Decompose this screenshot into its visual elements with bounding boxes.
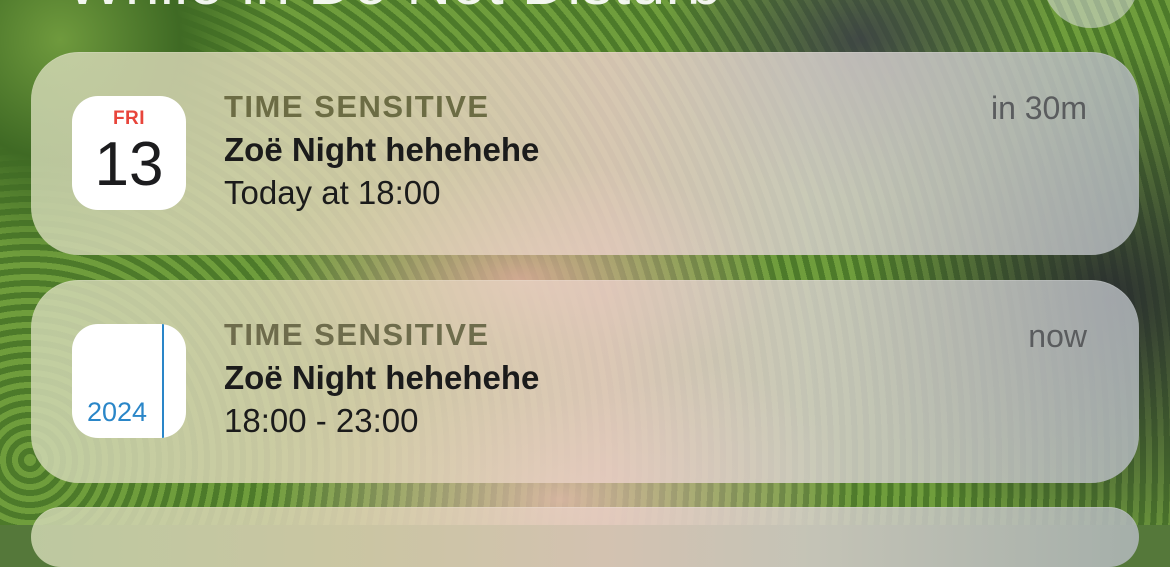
notification-card[interactable]: FRI 13 TIME SENSITIVE Zoë Night hehehehe… — [31, 52, 1139, 255]
calendar-icon-year: 2024 — [87, 397, 148, 427]
calendar-2024-icon: 2024 — [72, 324, 186, 438]
calendar-icon: FRI 13 — [72, 96, 186, 210]
notification-title: Zoë Night hehehehe — [224, 359, 540, 396]
notification-time: in 30m — [990, 90, 1087, 126]
notification-subtitle: 18:00 - 23:00 — [224, 402, 419, 439]
notification-time: now — [1028, 318, 1087, 354]
notification-category: TIME SENSITIVE — [224, 317, 490, 352]
notification-card[interactable]: 2024 TIME SENSITIVE Zoë Night hehehehe 1… — [31, 280, 1139, 483]
calendar-line-decoration — [162, 324, 164, 438]
notification-title: Zoë Night hehehehe — [224, 131, 540, 168]
notification-subtitle: Today at 18:00 — [224, 174, 441, 211]
notification-category: TIME SENSITIVE — [224, 89, 490, 124]
calendar-icon-date: 13 — [94, 130, 164, 199]
calendar-icon-day: FRI — [112, 108, 146, 129]
section-header: While in Do Not Disturb — [66, 0, 722, 19]
notification-card-partial[interactable] — [31, 507, 1139, 567]
